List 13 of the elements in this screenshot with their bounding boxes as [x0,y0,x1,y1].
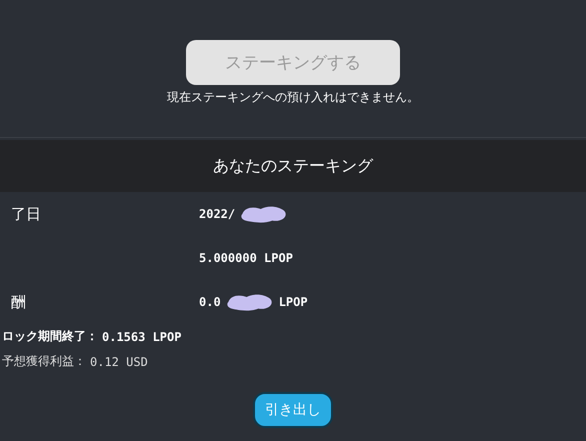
withdraw-button[interactable]: 引き出し [253,392,333,428]
info-label: ロック期間終了： [2,328,98,345]
row-value: 2022/ [199,207,236,221]
info-label: 予想獲得利益： [2,353,86,370]
info-value: 0.1563 LPOP [102,330,182,344]
row-value: LPOP [278,295,308,309]
row-value: 0.0 [199,295,221,309]
row-value: 5.000000 LPOP [199,251,293,265]
row-label: 了日 [11,204,41,222]
panel-title: あなたのステーキング [213,156,373,176]
info-value: 0.12 USD [90,354,148,368]
row-label: 酬 [11,292,26,310]
notice-text: 現在ステーキングへの預け入れはできません。 [167,89,419,106]
